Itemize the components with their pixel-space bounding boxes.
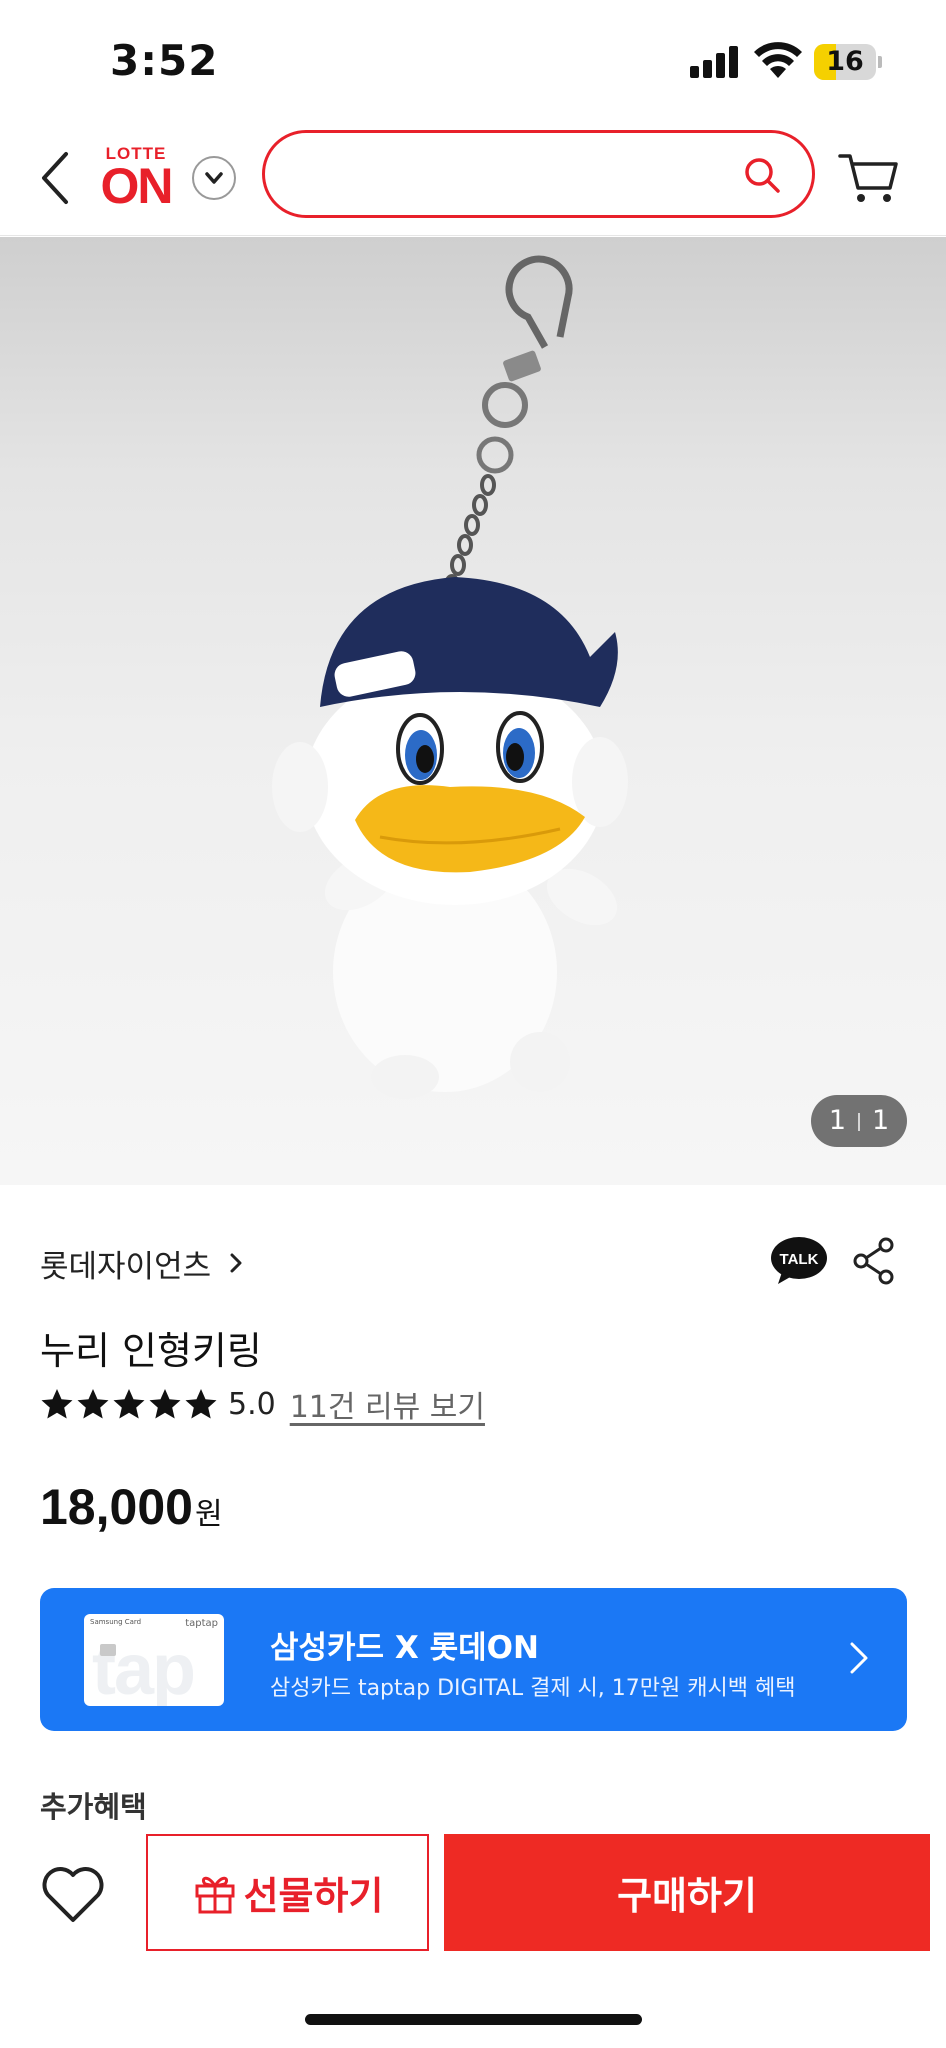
card-chip <box>100 1644 116 1656</box>
home-indicator <box>305 2014 642 2025</box>
share-icon[interactable] <box>852 1236 896 1286</box>
heart-icon[interactable] <box>40 1864 106 1926</box>
brand-name: 롯데자이언츠 <box>40 1248 212 1285</box>
chevron-down-icon <box>205 172 223 184</box>
plush-keyring-illustration <box>272 255 628 1099</box>
battery-level: 16 <box>826 46 864 77</box>
price: 18,000 원 <box>40 1478 223 1536</box>
card-taptap-logo: taptap <box>185 1618 218 1629</box>
kakao-talk-icon[interactable]: TALK <box>770 1236 828 1286</box>
mall-dropdown-button[interactable] <box>192 156 236 200</box>
wifi-icon <box>754 42 802 78</box>
card-promo-banner[interactable]: tap Samsung Card taptap 삼성카드 X 롯데ON 삼성카드… <box>40 1588 907 1731</box>
image-counter: 11 <box>811 1095 907 1147</box>
gift-button[interactable]: 선물하기 <box>146 1834 429 1951</box>
price-value: 18,000 <box>40 1479 193 1535</box>
rating-value: 5.0 <box>228 1386 276 1422</box>
chevron-right-icon <box>230 1253 242 1273</box>
buy-label: 구매하기 <box>617 1874 757 1918</box>
extra-benefits-heading: 추가혜택 <box>40 1790 147 1824</box>
star-icon <box>149 1389 181 1419</box>
cart-icon[interactable] <box>838 150 900 206</box>
product-title: 누리 인형키링 <box>40 1329 262 1373</box>
rating-row: 5.0 11건 리뷰 보기 <box>40 1382 485 1426</box>
status-bar: 3:52 16 <box>0 0 946 120</box>
promo-subtitle: 삼성카드 taptap DIGITAL 결제 시, 17만원 캐시백 혜택 <box>270 1676 796 1701</box>
chevron-left-icon[interactable] <box>36 146 76 210</box>
price-unit: 원 <box>194 1497 223 1532</box>
buy-button[interactable]: 구매하기 <box>444 1834 930 1951</box>
product-image[interactable]: 11 <box>0 237 946 1185</box>
gift-icon <box>195 1876 235 1913</box>
chevron-right-icon <box>850 1642 868 1674</box>
lotte-on-logo[interactable]: LOTTE ON <box>96 144 176 214</box>
image-counter-current: 1 <box>828 1105 846 1136</box>
search-input[interactable] <box>295 147 735 201</box>
cellular-signal-icon <box>690 46 740 78</box>
gift-label: 선물하기 <box>243 1874 384 1918</box>
review-link[interactable]: 11건 리뷰 보기 <box>290 1382 485 1426</box>
credit-card-image: tap Samsung Card taptap <box>84 1614 224 1706</box>
battery-icon: 16 <box>814 44 882 80</box>
star-icon <box>41 1389 73 1419</box>
bottom-action-bar: 선물하기 구매하기 <box>0 1834 946 1964</box>
logo-main-text: ON <box>100 158 174 214</box>
rating-stars <box>40 1387 220 1421</box>
status-time: 3:52 <box>110 36 219 85</box>
star-icon <box>113 1389 145 1419</box>
svg-text:TALK: TALK <box>780 1251 819 1268</box>
promo-title: 삼성카드 X 롯데ON <box>270 1630 539 1666</box>
top-header: LOTTE ON <box>0 120 946 236</box>
card-brand: Samsung Card <box>90 1618 142 1626</box>
star-icon <box>77 1389 109 1419</box>
search-bar[interactable] <box>262 130 815 218</box>
star-icon <box>185 1389 217 1419</box>
image-counter-total: 1 <box>872 1105 890 1136</box>
brand-link[interactable]: 롯데자이언츠 <box>40 1238 245 1288</box>
search-icon[interactable] <box>742 155 782 195</box>
